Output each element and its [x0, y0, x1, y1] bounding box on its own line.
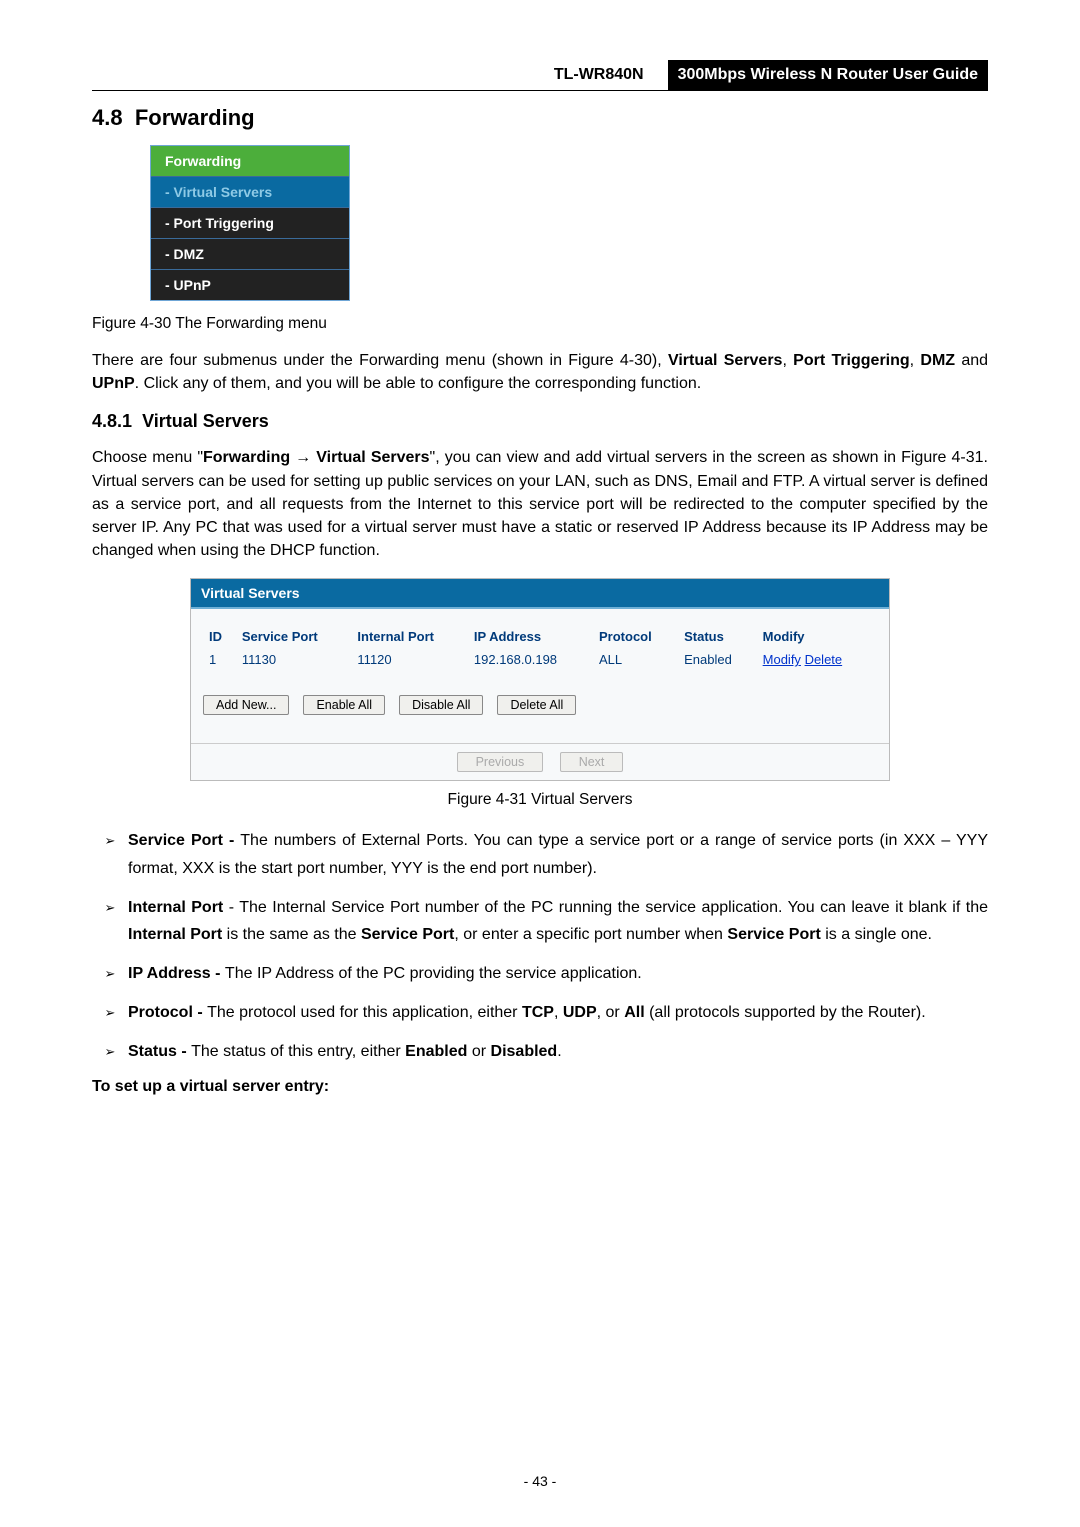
bullet-status: Status - The status of this entry, eithe…: [128, 1038, 988, 1065]
page-number: - 43 -: [0, 1473, 1080, 1489]
previous-button: Previous: [457, 752, 544, 772]
bullet-internal-port: Internal Port - The Internal Service Por…: [128, 894, 988, 948]
td-ip: 192.168.0.198: [468, 648, 593, 671]
table-header-row: ID Service Port Internal Port IP Address…: [203, 625, 877, 648]
bullet-icon: ➢: [92, 827, 128, 881]
td-service-port: 11130: [236, 648, 352, 671]
list-item: ➢ IP Address - The IP Address of the PC …: [92, 960, 988, 987]
table-row: 1 11130 11120 192.168.0.198 ALL Enabled …: [203, 648, 877, 671]
nav-item-port-triggering: - Port Triggering: [151, 208, 349, 239]
bullet-protocol: Protocol - The protocol used for this ap…: [128, 999, 988, 1026]
delete-link[interactable]: Delete: [805, 652, 843, 667]
enable-all-button[interactable]: Enable All: [303, 695, 385, 715]
th-ip-address: IP Address: [468, 625, 593, 648]
virtual-servers-panel-screenshot: Virtual Servers ID Service Port Internal…: [190, 578, 890, 781]
vs-panel-title: Virtual Servers: [191, 579, 889, 609]
guide-title: 300Mbps Wireless N Router User Guide: [668, 60, 988, 90]
nav-item-upnp: - UPnP: [151, 270, 349, 300]
figure-4-30-caption: Figure 4-30 The Forwarding menu: [92, 315, 988, 333]
bullet-ip-address: IP Address - The IP Address of the PC pr…: [128, 960, 988, 987]
intro-paragraph: There are four submenus under the Forwar…: [92, 349, 988, 395]
subsection-heading: 4.8.1 Virtual Servers: [92, 411, 988, 432]
th-protocol: Protocol: [593, 625, 678, 648]
th-id: ID: [203, 625, 236, 648]
list-item: ➢ Service Port - The numbers of External…: [92, 827, 988, 881]
td-id: 1: [203, 648, 236, 671]
bullet-service-port: Service Port - The numbers of External P…: [128, 827, 988, 881]
setup-heading: To set up a virtual server entry:: [92, 1078, 988, 1096]
list-item: ➢ Protocol - The protocol used for this …: [92, 999, 988, 1026]
th-modify: Modify: [757, 625, 877, 648]
vs-table: ID Service Port Internal Port IP Address…: [203, 625, 877, 671]
th-status: Status: [678, 625, 757, 648]
figure-4-31-caption: Figure 4-31 Virtual Servers: [92, 791, 988, 809]
td-protocol: ALL: [593, 648, 678, 671]
nav-head-forwarding: Forwarding: [151, 146, 349, 177]
bullet-icon: ➢: [92, 960, 128, 987]
add-new-button[interactable]: Add New...: [203, 695, 289, 715]
bullet-icon: ➢: [92, 999, 128, 1026]
modify-link[interactable]: Modify: [763, 652, 801, 667]
forwarding-menu-screenshot: Forwarding - Virtual Servers - Port Trig…: [150, 145, 350, 301]
virtual-servers-paragraph: Choose menu "Forwarding → Virtual Server…: [92, 446, 988, 562]
td-internal-port: 11120: [351, 648, 467, 671]
page-header: TL-WR840N 300Mbps Wireless N Router User…: [92, 60, 988, 91]
list-item: ➢ Internal Port - The Internal Service P…: [92, 894, 988, 948]
definition-list: ➢ Service Port - The numbers of External…: [92, 827, 988, 1065]
nav-item-dmz: - DMZ: [151, 239, 349, 270]
td-status: Enabled: [678, 648, 757, 671]
td-modify: Modify Delete: [757, 648, 877, 671]
list-item: ➢ Status - The status of this entry, eit…: [92, 1038, 988, 1065]
delete-all-button[interactable]: Delete All: [497, 695, 576, 715]
th-internal-port: Internal Port: [351, 625, 467, 648]
th-service-port: Service Port: [236, 625, 352, 648]
model-number: TL-WR840N: [548, 62, 650, 88]
bullet-icon: ➢: [92, 894, 128, 948]
disable-all-button[interactable]: Disable All: [399, 695, 483, 715]
bullet-icon: ➢: [92, 1038, 128, 1065]
next-button: Next: [560, 752, 624, 772]
nav-item-virtual-servers: - Virtual Servers: [151, 177, 349, 208]
section-heading: 4.8 Forwarding: [92, 105, 988, 131]
